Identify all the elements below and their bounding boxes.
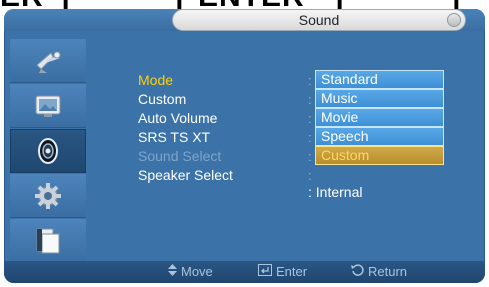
colon-custom: : — [308, 92, 312, 107]
colon-srs: : — [308, 130, 312, 145]
menu-title: Sound — [172, 9, 466, 31]
multi-window-icon — [36, 228, 60, 253]
option-speech[interactable]: Speech — [315, 127, 444, 146]
osd-panel: Sound Mode Custom Auto Volume SRS TS XT … — [4, 9, 485, 283]
option-standard[interactable]: Standard — [315, 70, 444, 89]
sidebar-item-setup[interactable] — [10, 174, 86, 218]
menu-item-speaker-select[interactable]: Speaker Select — [138, 166, 233, 185]
hint-move: Move — [168, 261, 213, 283]
bottom-nav-bar: Move Enter Return — [4, 261, 485, 283]
menu-item-custom[interactable]: Custom — [138, 90, 186, 109]
title-knob-icon — [447, 13, 461, 27]
sidebar-item-multi-control[interactable] — [10, 219, 86, 263]
hint-return-label: Return — [368, 264, 408, 279]
sound-icon — [38, 138, 58, 164]
speaker-select-text: Internal — [315, 184, 363, 200]
sidebar — [10, 39, 86, 267]
menu-item-mode[interactable]: Mode — [138, 71, 173, 90]
sidebar-item-picture[interactable] — [10, 84, 86, 128]
hint-return: Return — [351, 261, 407, 283]
option-music[interactable]: Music — [315, 89, 444, 108]
sidebar-item-sound[interactable] — [10, 129, 86, 173]
colon-mode: : — [308, 73, 312, 88]
hint-move-label: Move — [181, 264, 213, 279]
setup-gear-icon — [35, 182, 61, 209]
hint-enter-label: Enter — [276, 264, 308, 279]
enter-icon — [258, 261, 272, 283]
picture-icon — [35, 95, 61, 117]
menu-title-text: Sound — [298, 12, 340, 28]
speaker-select-value: : Internal — [308, 183, 362, 202]
menu-item-srs-ts-xt[interactable]: SRS TS XT — [138, 128, 210, 147]
hint-enter: Enter — [258, 261, 307, 283]
option-custom[interactable]: Custom — [315, 146, 444, 165]
up-down-arrow-icon — [168, 261, 177, 283]
speaker-select-colon: : — [308, 184, 312, 200]
menu-item-auto-volume[interactable]: Auto Volume — [138, 109, 217, 128]
colon-auto-volume: : — [308, 111, 312, 126]
colon-sound-select: : — [308, 149, 312, 164]
option-movie[interactable]: Movie — [315, 108, 444, 127]
satellite-dish-icon — [36, 51, 61, 73]
menu-item-sound-select: Sound Select — [138, 148, 222, 164]
sidebar-item-input[interactable] — [10, 39, 86, 83]
return-arrow-icon — [351, 261, 364, 283]
